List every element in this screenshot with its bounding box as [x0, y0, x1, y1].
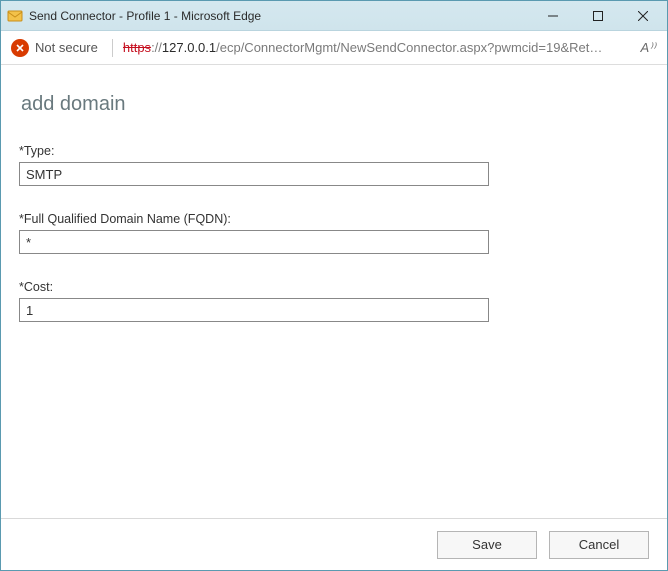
url-path: /ecp/ConnectorMgmt/NewSendConnector.aspx…	[216, 40, 602, 55]
minimize-button[interactable]	[530, 1, 575, 30]
fqdn-label: *Full Qualified Domain Name (FQDN):	[19, 212, 649, 226]
save-button[interactable]: Save	[437, 531, 537, 559]
type-label: *Type:	[19, 144, 649, 158]
field-fqdn: *Full Qualified Domain Name (FQDN):	[19, 212, 649, 254]
read-aloud-icon[interactable]: A⁾⁾	[637, 40, 659, 56]
url-display[interactable]: https://127.0.0.1/ecp/ConnectorMgmt/NewS…	[123, 40, 631, 55]
url-protocol: https	[123, 40, 151, 55]
window-title: Send Connector - Profile 1 - Microsoft E…	[29, 9, 261, 23]
page-title: add domain	[21, 93, 649, 116]
window-titlebar: Send Connector - Profile 1 - Microsoft E…	[1, 1, 667, 31]
cost-label: *Cost:	[19, 280, 649, 294]
dialog-footer: Save Cancel	[1, 518, 667, 570]
address-bar: Not secure https://127.0.0.1/ecp/Connect…	[1, 31, 667, 65]
divider	[112, 39, 113, 57]
field-cost: *Cost:	[19, 280, 649, 322]
app-icon	[7, 8, 23, 24]
maximize-button[interactable]	[575, 1, 620, 30]
url-host: 127.0.0.1	[162, 40, 216, 55]
window-controls	[530, 1, 665, 30]
not-secure-icon[interactable]	[11, 39, 29, 57]
security-label[interactable]: Not secure	[35, 40, 98, 55]
close-button[interactable]	[620, 1, 665, 30]
fqdn-input[interactable]	[19, 230, 489, 254]
cancel-button[interactable]: Cancel	[549, 531, 649, 559]
field-type: *Type:	[19, 144, 649, 186]
url-sep: ://	[151, 40, 162, 55]
page-content: add domain *Type: *Full Qualified Domain…	[1, 65, 667, 570]
type-input[interactable]	[19, 162, 489, 186]
cost-input[interactable]	[19, 298, 489, 322]
